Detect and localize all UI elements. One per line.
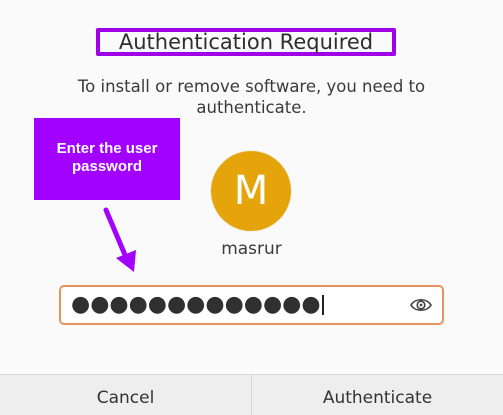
callout-text: Enter the user password bbox=[56, 140, 158, 175]
avatar: M bbox=[211, 151, 291, 231]
authenticate-button[interactable]: Authenticate bbox=[252, 375, 503, 415]
avatar-initial: M bbox=[233, 168, 269, 214]
password-value: ●●●●●●●●●●●●● bbox=[71, 294, 324, 316]
authentication-dialog: Authentication Required To install or re… bbox=[0, 0, 503, 415]
dialog-button-bar: Cancel Authenticate bbox=[0, 374, 503, 415]
password-input[interactable]: ●●●●●●●●●●●●● bbox=[59, 285, 444, 325]
title-highlight-box: Authentication Required bbox=[96, 28, 396, 56]
cancel-button[interactable]: Cancel bbox=[0, 375, 252, 415]
password-masked-text: ●●●●●●●●●●●●● bbox=[71, 292, 321, 317]
eye-icon[interactable] bbox=[410, 296, 432, 314]
dialog-title: Authentication Required bbox=[118, 30, 374, 54]
annotation-callout: Enter the user password bbox=[34, 118, 180, 200]
text-caret bbox=[321, 295, 324, 315]
arrow-down-icon bbox=[103, 207, 136, 272]
dialog-subtitle: To install or remove software, you need … bbox=[77, 77, 426, 117]
username-label: masrur bbox=[221, 239, 282, 259]
